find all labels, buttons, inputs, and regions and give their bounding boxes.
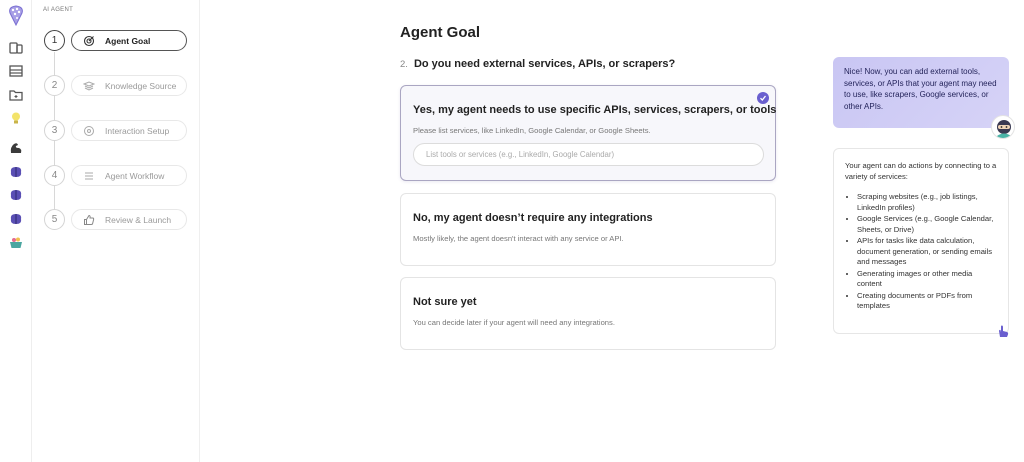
list-icon [85,172,93,179]
ninja-avatar-icon [997,120,1011,138]
step-knowledge-source[interactable]: Knowledge Source [71,75,187,96]
step-connector [54,52,55,75]
info-list-item: APIs for tasks like data calculation, do… [857,236,997,268]
books-icon [83,80,95,91]
target-icon [83,35,95,46]
option-description: You can decide later if your agent will … [413,318,615,327]
lightbulb-icon[interactable] [8,110,24,126]
step-interaction-setup[interactable]: Interaction Setup [71,120,187,141]
brain-logo-icon[interactable] [6,4,26,26]
step-label: Knowledge Source [105,80,177,91]
option-no-integrations[interactable]: No, my agent doesn’t require any integra… [400,193,776,266]
step-number-4: 4 [44,165,65,186]
info-intro: Your agent can do actions by connecting … [845,161,997,181]
question: 2. Do you need external services, APIs, o… [400,58,675,70]
muscle-icon[interactable] [8,140,24,156]
option-yes-needs-apis[interactable]: Yes, my agent needs to use specific APIs… [400,85,776,181]
info-list-item: Generating images or other media content [857,269,997,290]
question-number: 2. [400,59,408,70]
sidebar-header: AI AGENT [43,7,74,13]
step-connector [54,96,55,120]
option-title: Not sure yet [413,296,477,308]
folder-icon[interactable] [8,87,24,103]
assistant-info-card: Your agent can do actions by connecting … [833,148,1009,334]
step-label: Agent Workflow [105,170,165,181]
assistant-avatar [991,115,1015,139]
step-connector [54,186,55,209]
option-title: No, my agent doesn’t require any integra… [413,212,653,224]
brain-icon[interactable] [8,211,24,227]
step-label: Review & Launch [105,214,172,225]
steps-sidebar: AI AGENT 1 Agent Goal 2 Knowledge Source… [32,0,200,462]
tools-services-input[interactable] [413,143,764,166]
page-title: Agent Goal [400,24,481,41]
question-text: Do you need external services, APIs, or … [413,58,676,70]
brain-icon[interactable] [8,164,24,180]
settings-icon [84,125,94,136]
thumbs-up-icon [84,214,95,225]
table-icon[interactable] [8,63,24,79]
step-agent-goal[interactable]: Agent Goal [71,30,187,51]
step-number-5: 5 [44,209,65,230]
step-label: Agent Goal [105,35,151,46]
step-number-1: 1 [44,30,65,51]
info-list-item: Google Services (e.g., Google Calendar, … [857,214,997,235]
pointer-hand-icon[interactable] [996,324,1010,338]
option-description: Mostly likely, the agent doesn't interac… [413,234,624,243]
step-agent-workflow[interactable]: Agent Workflow [71,165,187,186]
info-list: Scraping websites (e.g., job listings, L… [845,192,997,312]
app-window: AI AGENT 1 Agent Goal 2 Knowledge Source… [0,0,1024,462]
step-number-3: 3 [44,120,65,141]
library-icon[interactable] [8,40,24,56]
brain-icon[interactable] [8,187,24,203]
step-connector [54,141,55,165]
assistant-message: Nice! Now, you can add external tools, s… [833,57,1009,128]
info-list-item: Creating documents or PDFs from template… [857,291,997,312]
main-content: Agent Goal 2. Do you need external servic… [200,0,820,462]
step-number-2: 2 [44,75,65,96]
step-review-launch[interactable]: Review & Launch [71,209,187,230]
option-not-sure[interactable]: Not sure yet You can decide later if you… [400,277,776,350]
option-title: Yes, my agent needs to use specific APIs… [413,104,777,116]
option-description: Please list services, like LinkedIn, Goo… [413,126,651,135]
basket-icon[interactable] [8,234,24,250]
info-list-item: Scraping websites (e.g., job listings, L… [857,192,997,213]
step-label: Interaction Setup [105,125,170,136]
checkmark-icon [757,92,769,104]
icon-rail [0,0,32,462]
